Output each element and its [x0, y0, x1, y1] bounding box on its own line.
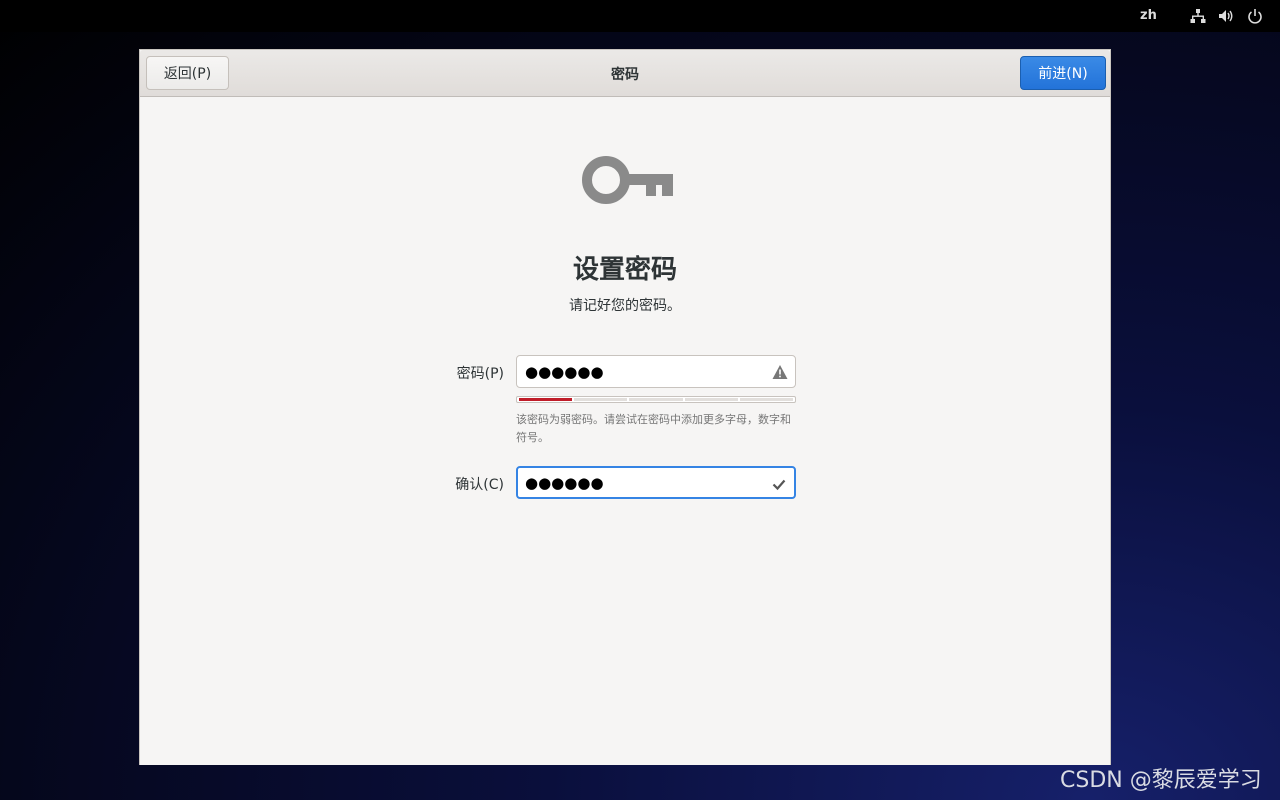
setup-window: 返回(P) 密码 前进(N) 设置密码 请记好您的密码。 密码(P) ●●●●●… — [139, 49, 1111, 765]
page-subtitle: 请记好您的密码。 — [569, 298, 681, 314]
network-icon[interactable] — [1190, 8, 1206, 24]
key-icon — [582, 156, 673, 204]
password-field[interactable]: ●●●●●● — [516, 355, 796, 388]
strength-segment — [574, 398, 628, 401]
confirm-label: 确认(C) — [455, 477, 504, 493]
warning-icon — [772, 365, 788, 379]
password-strength-hint: 该密码为弱密码。请尝试在密码中添加更多字母，数字和符号。 — [516, 413, 791, 444]
language-indicator[interactable]: zh — [1140, 8, 1157, 23]
confirm-value: ●●●●●● — [525, 473, 604, 492]
watermark: CSDN @黎辰爱学习 — [1060, 768, 1262, 793]
volume-icon[interactable] — [1218, 8, 1234, 24]
password-value: ●●●●●● — [525, 362, 604, 381]
top-bar: zh — [0, 0, 1280, 32]
strength-segment — [684, 398, 738, 401]
strength-segment — [629, 398, 683, 401]
password-label: 密码(P) — [456, 366, 504, 382]
strength-segment — [739, 398, 794, 401]
strength-segment — [519, 398, 573, 401]
checkmark-icon — [772, 479, 786, 491]
header-bar: 返回(P) 密码 前进(N) — [140, 50, 1110, 97]
password-strength-bar — [516, 396, 796, 403]
confirm-password-field[interactable]: ●●●●●● — [516, 466, 796, 499]
power-icon[interactable] — [1247, 8, 1263, 24]
window-title: 密码 — [611, 67, 639, 83]
next-button[interactable]: 前进(N) — [1020, 56, 1106, 90]
page-heading: 设置密码 — [572, 255, 677, 285]
